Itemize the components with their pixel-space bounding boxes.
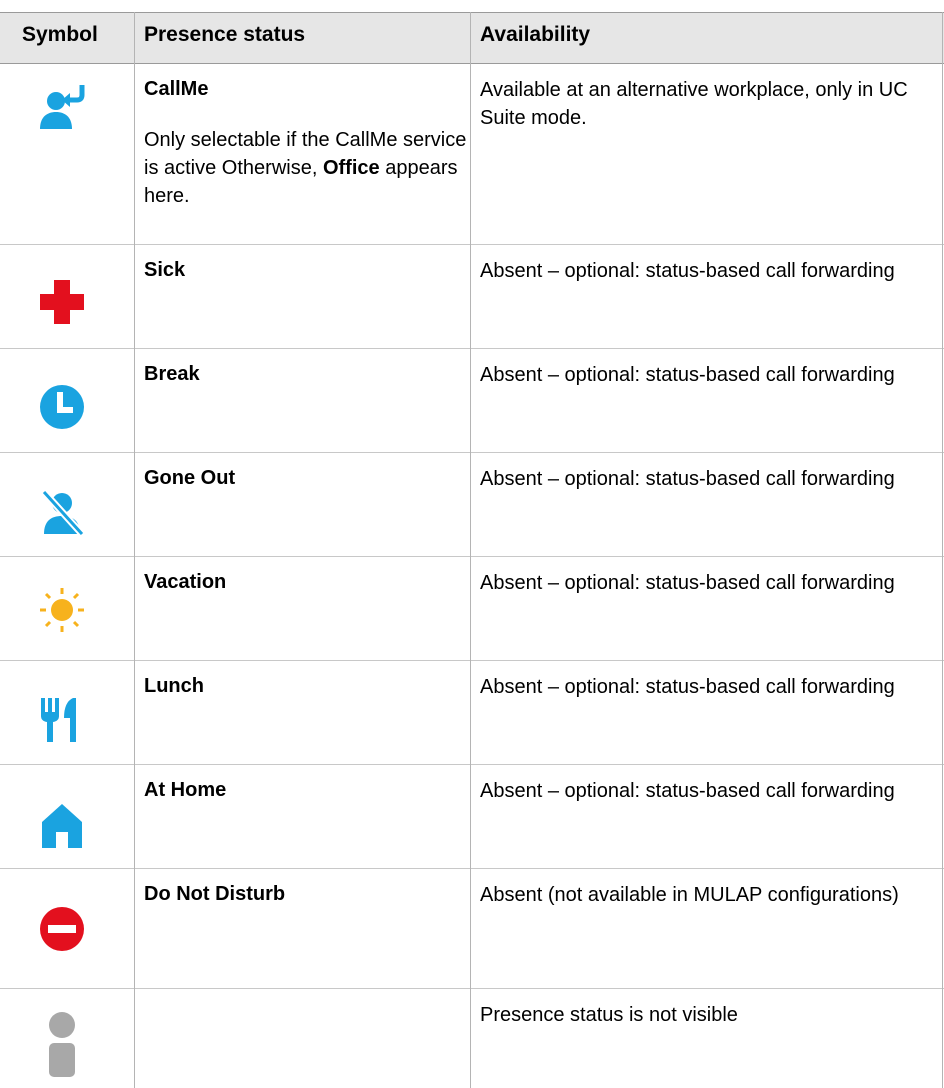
- status-name: CallMe: [144, 78, 209, 100]
- table-right-border: [942, 12, 943, 1088]
- do-not-disturb-icon: [40, 907, 84, 951]
- vacation-sun-icon: [40, 588, 84, 632]
- availability-text: Absent – optional: status-based call for…: [480, 260, 895, 282]
- column-divider: [470, 12, 471, 1088]
- availability-text: Available at an alternative workplace, o…: [480, 79, 908, 129]
- status-name: Gone Out: [144, 467, 236, 489]
- table-row: Lunch Absent – optional: status-based ca…: [0, 661, 944, 765]
- status-name: Break: [144, 363, 200, 385]
- table-row: Sick Absent – optional: status-based cal…: [0, 245, 944, 349]
- at-home-house-icon: [42, 804, 82, 848]
- availability-text: Absent – optional: status-based call for…: [480, 364, 895, 386]
- status-name: Vacation: [144, 571, 227, 593]
- table-row: CallMe Only selectable if the CallMe ser…: [0, 64, 944, 245]
- table-row: Do Not Disturb Absent (not available in …: [0, 869, 944, 989]
- gone-out-icon: [41, 489, 85, 537]
- availability-text: Absent – optional: status-based call for…: [480, 572, 895, 594]
- sick-cross-icon: [40, 280, 84, 324]
- table-row: At Home Absent – optional: status-based …: [0, 765, 944, 869]
- availability-text: Presence status is not visible: [480, 1004, 738, 1026]
- table-row: Presence status is not visible: [0, 989, 944, 1088]
- status-name: Do Not Disturb: [144, 883, 286, 905]
- status-name: Lunch: [144, 675, 204, 697]
- callme-icon: [40, 85, 85, 129]
- table-header: Symbol Presence status Availability: [0, 12, 944, 64]
- header-availability: Availability: [480, 23, 591, 46]
- column-divider: [134, 12, 135, 1088]
- availability-text: Absent – optional: status-based call for…: [480, 780, 895, 802]
- table-row: Gone Out Absent – optional: status-based…: [0, 453, 944, 557]
- availability-text: Absent – optional: status-based call for…: [480, 676, 895, 698]
- status-name: Sick: [144, 259, 186, 281]
- lunch-fork-knife-icon: [41, 698, 76, 742]
- status-note: Only selectable if the CallMe service is…: [144, 129, 467, 207]
- status-name: At Home: [144, 779, 227, 801]
- table-row: Break Absent – optional: status-based ca…: [0, 349, 944, 453]
- break-clock-icon: [40, 385, 84, 429]
- availability-text: Absent – optional: status-based call for…: [480, 468, 895, 490]
- status-not-visible-person-icon: [49, 1012, 75, 1077]
- availability-text: Absent (not available in MULAP configura…: [480, 884, 899, 906]
- header-presence-status: Presence status: [144, 23, 306, 46]
- header-symbol: Symbol: [22, 23, 98, 46]
- table-row: Vacation Absent – optional: status-based…: [0, 557, 944, 661]
